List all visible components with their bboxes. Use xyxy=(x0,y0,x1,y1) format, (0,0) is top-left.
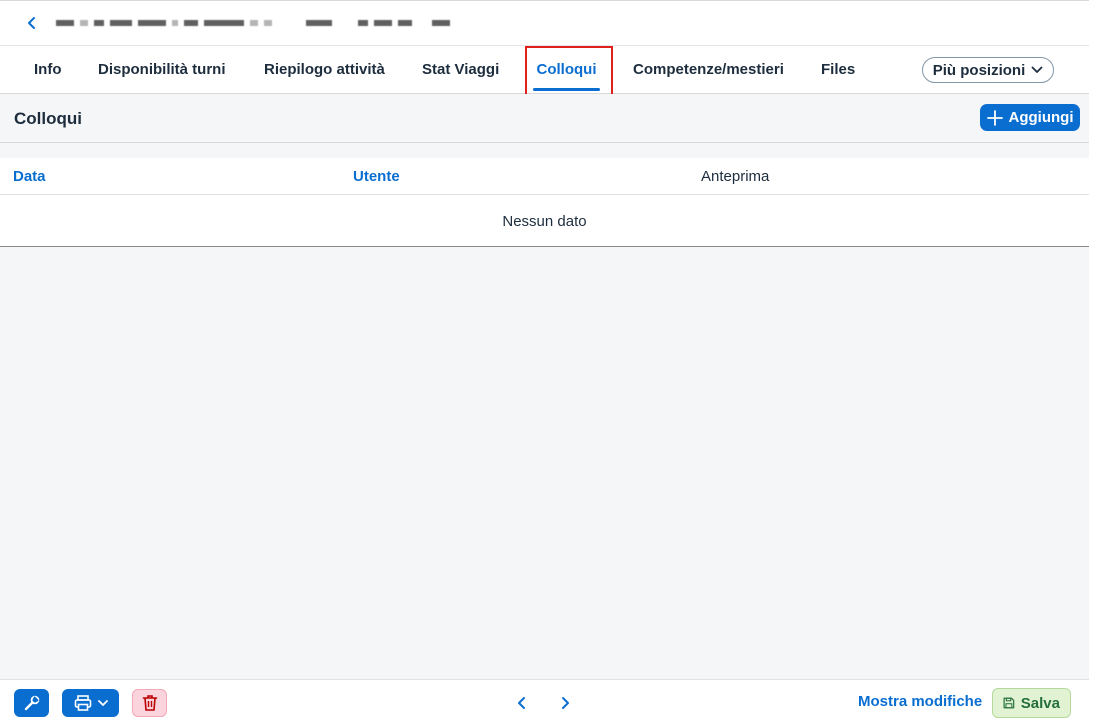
chevron-right-icon xyxy=(561,697,569,709)
wrench-icon xyxy=(24,695,39,711)
section-toolbar: Colloqui Aggiungi xyxy=(0,94,1089,143)
next-record-button[interactable] xyxy=(554,692,576,714)
save-button[interactable]: Salva xyxy=(992,688,1071,718)
back-button[interactable] xyxy=(18,9,46,37)
tab-stat-viaggi[interactable]: Stat Viaggi xyxy=(422,46,499,93)
footer-toolbar: Mostra modifiche Salva xyxy=(0,679,1089,720)
plus-icon xyxy=(986,109,1003,126)
tab-disponibilita-turni[interactable]: Disponibilità turni xyxy=(98,46,226,93)
delete-button[interactable] xyxy=(132,689,167,717)
right-edge xyxy=(1089,0,1093,720)
column-header-utente[interactable]: Utente xyxy=(353,168,400,185)
more-tabs-button[interactable]: Più posizioni xyxy=(922,57,1054,83)
table-header: Data Utente Anteprima xyxy=(0,158,1089,195)
column-header-data[interactable]: Data xyxy=(13,168,46,185)
save-button-label: Salva xyxy=(1020,694,1060,712)
tab-competenze-mestieri[interactable]: Competenze/mestieri xyxy=(633,46,784,93)
tab-bar: Info Disponibilità turni Riepilogo attiv… xyxy=(0,46,1089,94)
more-tabs-label: Più posizioni xyxy=(932,61,1026,79)
active-tab-indicator xyxy=(533,88,600,91)
tab-colloqui-label: Colloqui xyxy=(536,61,597,78)
show-changes-link[interactable]: Mostra modifiche xyxy=(858,693,982,710)
tab-colloqui[interactable]: Colloqui xyxy=(533,46,600,93)
printer-icon xyxy=(74,695,91,711)
chevron-down-icon xyxy=(1031,66,1043,73)
save-icon xyxy=(1003,697,1015,709)
tab-riepilogo-attivita[interactable]: Riepilogo attività xyxy=(264,46,385,93)
add-button[interactable]: Aggiungi xyxy=(980,104,1080,131)
empty-state-text: Nessun dato xyxy=(502,213,587,230)
column-header-anteprima: Anteprima xyxy=(701,168,770,185)
chevron-down-icon xyxy=(97,699,108,706)
section-title: Colloqui xyxy=(14,109,82,128)
tools-button[interactable] xyxy=(14,689,49,717)
print-button[interactable] xyxy=(62,689,119,717)
object-header xyxy=(0,0,1089,46)
tab-files[interactable]: Files xyxy=(821,46,855,93)
colloqui-table: Data Utente Anteprima Nessun dato xyxy=(0,158,1089,247)
add-button-label: Aggiungi xyxy=(1008,109,1074,126)
chevron-left-icon xyxy=(517,697,525,709)
chevron-left-icon xyxy=(28,17,35,29)
tab-info[interactable]: Info xyxy=(34,46,62,93)
trash-icon xyxy=(142,695,157,711)
redacted-title xyxy=(56,20,450,26)
table-body: Nessun dato xyxy=(0,195,1089,247)
previous-record-button[interactable] xyxy=(510,692,532,714)
